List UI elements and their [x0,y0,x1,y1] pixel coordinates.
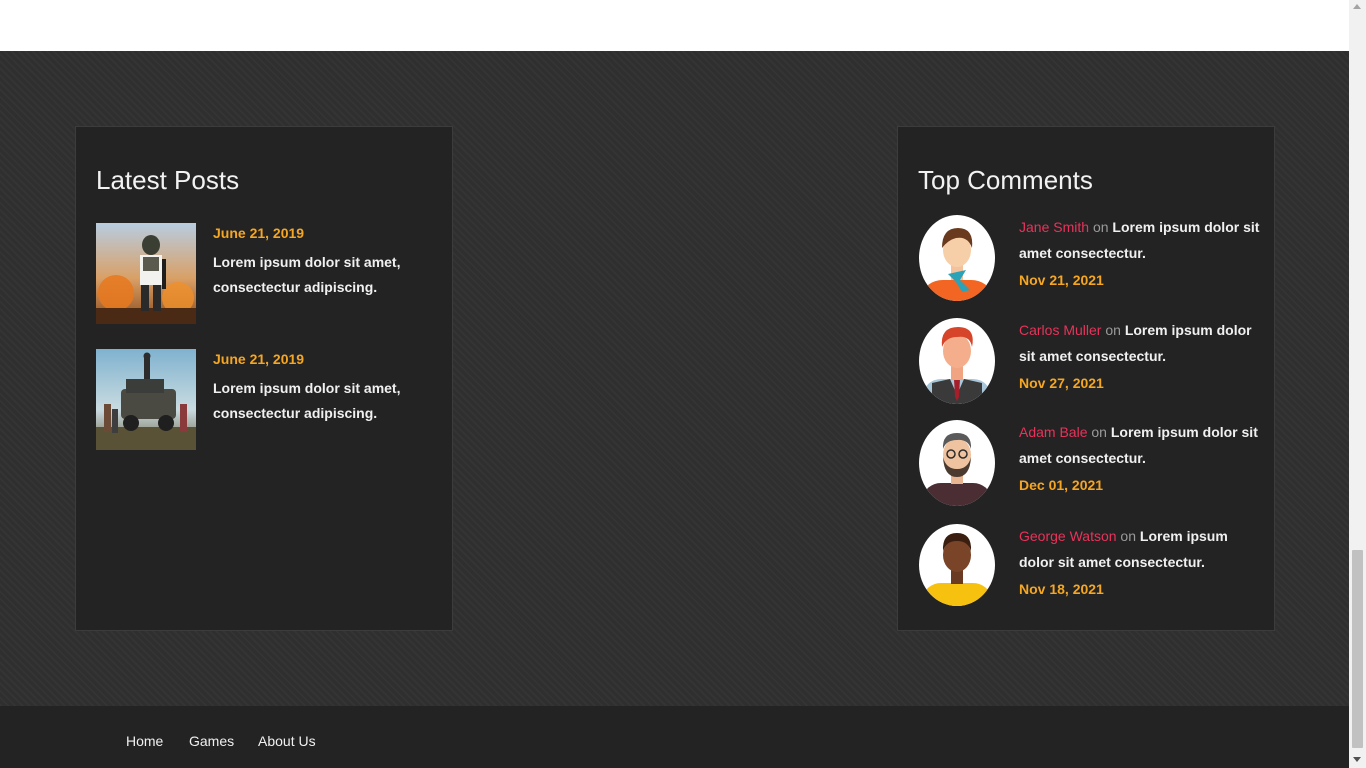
comment-body: George Watson on Lorem ipsum dolor sit a… [1019,523,1264,602]
page-top-area [0,0,1349,51]
latest-posts-title: Latest Posts [96,165,240,195]
footer-link-home[interactable]: Home [126,733,163,749]
post-item[interactable]: June 21, 2019 Lorem ipsum dolor sit amet… [96,223,436,324]
comment-date: Nov 18, 2021 [1019,581,1104,597]
post-date: June 21, 2019 [213,351,305,367]
scroll-up-arrow-icon[interactable] [1353,4,1361,9]
post-item[interactable]: June 21, 2019 Lorem ipsum dolor sit amet… [96,349,436,450]
post-thumbnail[interactable] [96,223,196,324]
footer-link-games[interactable]: Games [189,733,234,749]
comment-item: George Watson on Lorem ipsum dolor sit a… [918,523,1263,613]
scroll-down-arrow-icon[interactable] [1353,757,1361,762]
vertical-scrollbar[interactable] [1349,0,1366,768]
latest-posts-widget: Latest Posts June 21, 2019 Lorem ipsum d… [75,126,453,631]
footer-widgets-area: Latest Posts June 21, 2019 Lorem ipsum d… [0,51,1349,706]
comment-author-link[interactable]: Adam Bale [1019,424,1087,440]
comment-body: Jane Smith on Lorem ipsum dolor sit amet… [1019,214,1264,293]
post-title[interactable]: Lorem ipsum dolor sit amet, consectectur… [213,376,433,426]
man-vest-tie-avatar-icon [918,317,996,405]
comment-on-label: on [1091,424,1107,440]
man-yellow-shirt-avatar-icon [918,523,996,611]
comment-on-label: on [1105,322,1121,338]
comment-author-link[interactable]: Carlos Muller [1019,322,1101,338]
post-thumbnail[interactable] [96,349,196,450]
comment-on-label: on [1092,219,1109,235]
top-comments-title: Top Comments [918,165,1093,195]
man-beard-glasses-avatar-icon [918,419,996,507]
comment-date: Dec 01, 2021 [1019,477,1104,493]
comment-body: Carlos Muller on Lorem ipsum dolor sit a… [1019,317,1264,396]
comment-item: Carlos Muller on Lorem ipsum dolor sit a… [918,317,1263,407]
scrollbar-thumb[interactable] [1352,550,1363,748]
comment-body: Adam Bale on Lorem ipsum dolor sit amet … [1019,419,1264,498]
comment-author-link[interactable]: George Watson [1019,528,1117,544]
comment-date: Nov 21, 2021 [1019,272,1104,288]
comment-author-link[interactable]: Jane Smith [1019,219,1089,235]
comment-item: Jane Smith on Lorem ipsum dolor sit amet… [918,214,1263,304]
comment-on-label: on [1120,528,1136,544]
comment-item: Adam Bale on Lorem ipsum dolor sit amet … [918,419,1263,509]
footer-link-about-us[interactable]: About Us [258,733,316,749]
woman-scarf-avatar-icon [918,214,996,302]
post-title[interactable]: Lorem ipsum dolor sit amet, consectectur… [213,250,433,300]
comment-date: Nov 27, 2021 [1019,375,1104,391]
site-footer: Home Games About Us [0,706,1349,768]
top-comments-widget: Top Comments Jane Smith on Lorem ipsum d… [897,126,1275,631]
post-date: June 21, 2019 [213,225,305,241]
